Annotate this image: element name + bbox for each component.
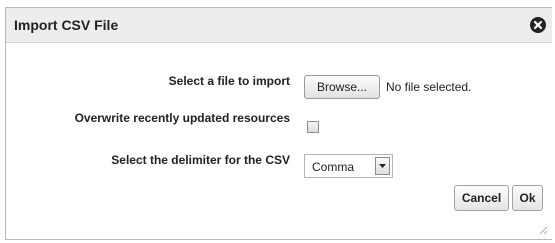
chevron-down-icon[interactable]	[375, 157, 390, 175]
overwrite-label: Overwrite recently updated resources	[74, 111, 290, 125]
file-status-text: No file selected.	[386, 80, 472, 94]
ok-button[interactable]: Ok	[512, 185, 543, 211]
cancel-button[interactable]: Cancel	[454, 185, 509, 211]
browse-button[interactable]: Browse...	[304, 75, 380, 99]
resize-grip-icon[interactable]	[538, 225, 548, 235]
file-label: Select a file to import	[168, 74, 290, 88]
overwrite-checkbox[interactable]	[307, 121, 319, 133]
dialog-titlebar: Import CSV File	[6, 8, 552, 43]
close-icon[interactable]	[530, 17, 546, 33]
import-csv-dialog: Import CSV File Select a file to import …	[5, 7, 552, 240]
dialog-title: Import CSV File	[14, 17, 119, 33]
delimiter-select[interactable]: Comma	[304, 154, 393, 178]
delimiter-select-value: Comma	[312, 160, 355, 174]
delimiter-label: Select the delimiter for the CSV	[111, 153, 290, 167]
